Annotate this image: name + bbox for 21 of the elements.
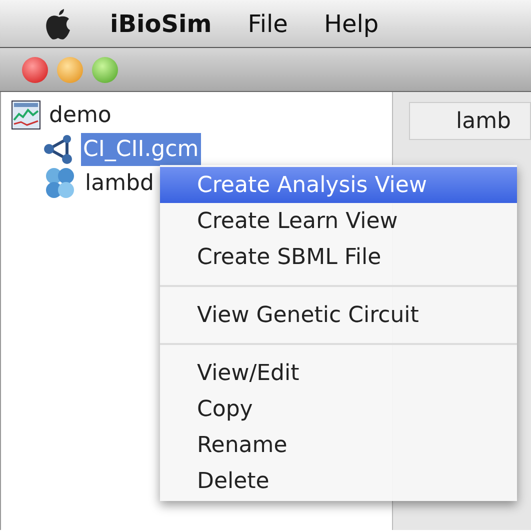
app-menu[interactable]: iBioSim (110, 6, 212, 42)
menu-item[interactable]: View Genetic Circuit (160, 297, 517, 333)
minimize-button[interactable] (57, 56, 83, 82)
menu-item[interactable]: Create Learn View (160, 203, 517, 239)
menu-item[interactable]: Create Analysis View (160, 167, 517, 203)
close-button[interactable] (22, 56, 48, 82)
tree-item[interactable]: demo (47, 98, 114, 132)
menu-item[interactable]: View/Edit (160, 355, 517, 391)
menu-bar-item[interactable]: File (248, 6, 288, 42)
tree-item[interactable]: CI_CII.gcm (81, 132, 201, 166)
menu-bar-item[interactable]: Help (324, 6, 379, 42)
menu-item[interactable]: Copy (160, 391, 517, 427)
molecule-icon (43, 166, 77, 200)
tree-item[interactable]: lambd (83, 166, 156, 200)
tab[interactable]: lamb (409, 102, 531, 140)
menu-item[interactable]: Create SBML File (160, 239, 517, 275)
menu-item[interactable]: Delete (160, 463, 517, 499)
zoom-button[interactable] (92, 56, 118, 82)
menu-item[interactable]: Rename (160, 427, 517, 463)
network-icon (43, 134, 75, 164)
chart-window-icon (11, 100, 41, 130)
